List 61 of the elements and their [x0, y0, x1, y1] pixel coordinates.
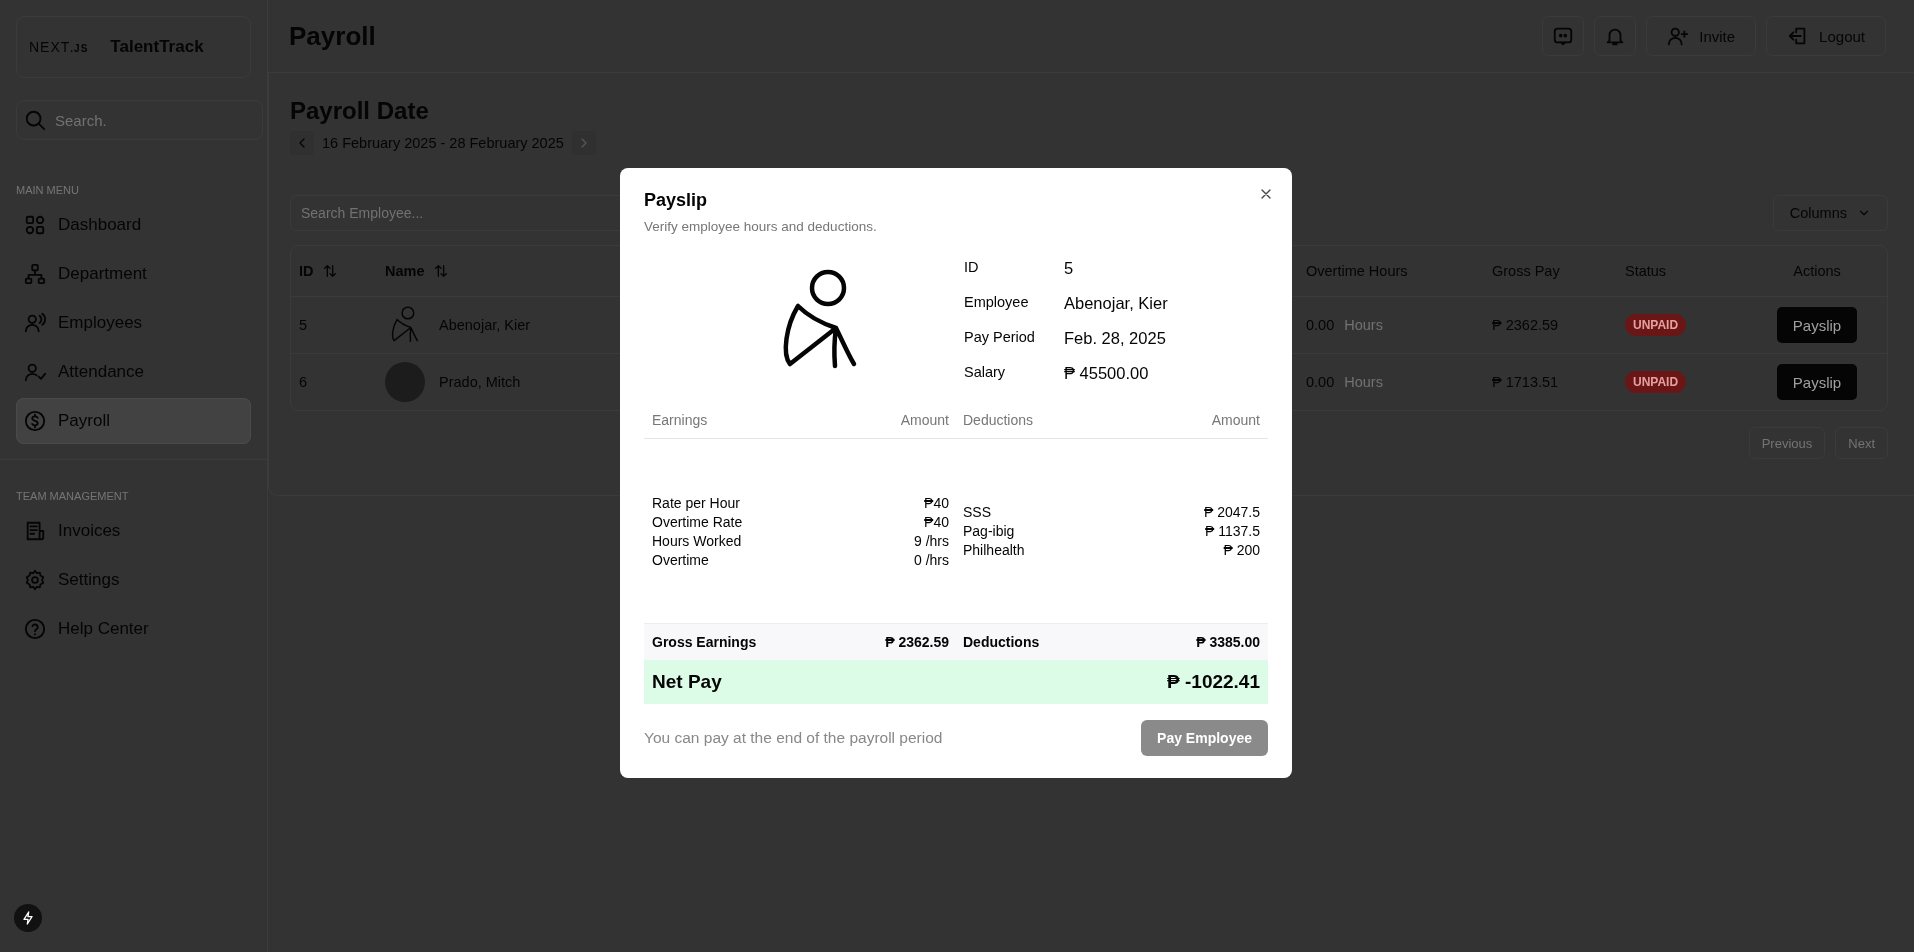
grid-icon [24, 214, 46, 236]
line-item-label: Philhealth [963, 542, 1026, 558]
column-header: Amount [1211, 412, 1260, 428]
users-icon [24, 312, 46, 334]
bolt-icon[interactable] [14, 904, 42, 932]
user-check-icon [24, 361, 46, 383]
help-icon [24, 618, 46, 640]
column-header: Amount [900, 412, 949, 428]
payslip-button[interactable]: Payslip [1776, 307, 1858, 343]
dollar-icon [24, 410, 46, 432]
line-item-amount: ₱ 200 [1222, 542, 1260, 558]
line-item-label: Pag-ibig [963, 523, 1016, 539]
unit-label: Hours [1344, 317, 1383, 333]
hierarchy-icon [24, 263, 46, 285]
line-item-label: Rate per Hour [652, 494, 741, 511]
line-item-amount: ₱40 [923, 494, 949, 511]
chat-button[interactable] [1542, 16, 1585, 56]
column-header: Deductions [963, 412, 1035, 428]
previous-button[interactable]: Previous [1748, 427, 1826, 459]
field-value: Feb. 28, 2025 [1064, 329, 1167, 348]
unit-label: Hours [1344, 374, 1383, 390]
search-field[interactable]: Search. [16, 100, 263, 140]
sort-icon[interactable] [432, 263, 449, 279]
net-pay-value: ₱ -1022.41 [1167, 671, 1260, 693]
line-item-label: Overtime [652, 551, 710, 568]
next-button[interactable]: Next [1835, 427, 1888, 459]
line-item-amount: ₱40 [923, 513, 949, 530]
total-label: Gross Earnings [652, 634, 758, 650]
field-value: Abenojar, Kier [1064, 294, 1169, 313]
sort-icon[interactable] [321, 263, 338, 279]
line-item-label: Hours Worked [652, 532, 743, 549]
field-value: 5 [1064, 259, 1075, 278]
total-value: ₱ 3385.00 [1196, 634, 1260, 650]
status-badge: UNPAID [1625, 371, 1687, 393]
net-pay-label: Net Pay [652, 671, 722, 693]
notifications-button[interactable] [1594, 16, 1637, 56]
invoice-icon [24, 520, 46, 542]
field-label: ID [964, 259, 980, 277]
line-item-amount: 0 /hrs [914, 551, 949, 568]
line-item-label: Overtime Rate [652, 513, 744, 530]
total-label: Deductions [963, 634, 1041, 650]
line-item-amount: ₱ 1137.5 [1204, 523, 1260, 539]
total-value: ₱ 2362.59 [885, 634, 949, 650]
chat-icon [1552, 25, 1575, 47]
section-title: MAIN MENU [16, 184, 80, 196]
payslip-button[interactable]: Payslip [1776, 364, 1858, 400]
field-value: ₱ 45500.00 [1064, 364, 1150, 383]
add-user-icon [1667, 25, 1690, 47]
status-badge: UNPAID [1625, 314, 1687, 336]
line-item-amount: ₱ 2047.5 [1203, 504, 1260, 520]
field-label: Salary [964, 364, 1007, 382]
search-icon [24, 109, 46, 131]
field-label: Employee [964, 294, 1030, 312]
section-title: TEAM MANAGEMENT [16, 490, 130, 502]
column-header: Earnings [652, 412, 709, 428]
line-item-amount: 9 /hrs [914, 532, 949, 549]
footer-note: You can pay at the end of the payroll period [644, 729, 943, 747]
nav-item[interactable]: Payroll [16, 398, 251, 444]
line-item-label: SSS [963, 504, 992, 520]
field-label: Pay Period [964, 329, 1036, 347]
settings-icon [24, 569, 46, 591]
